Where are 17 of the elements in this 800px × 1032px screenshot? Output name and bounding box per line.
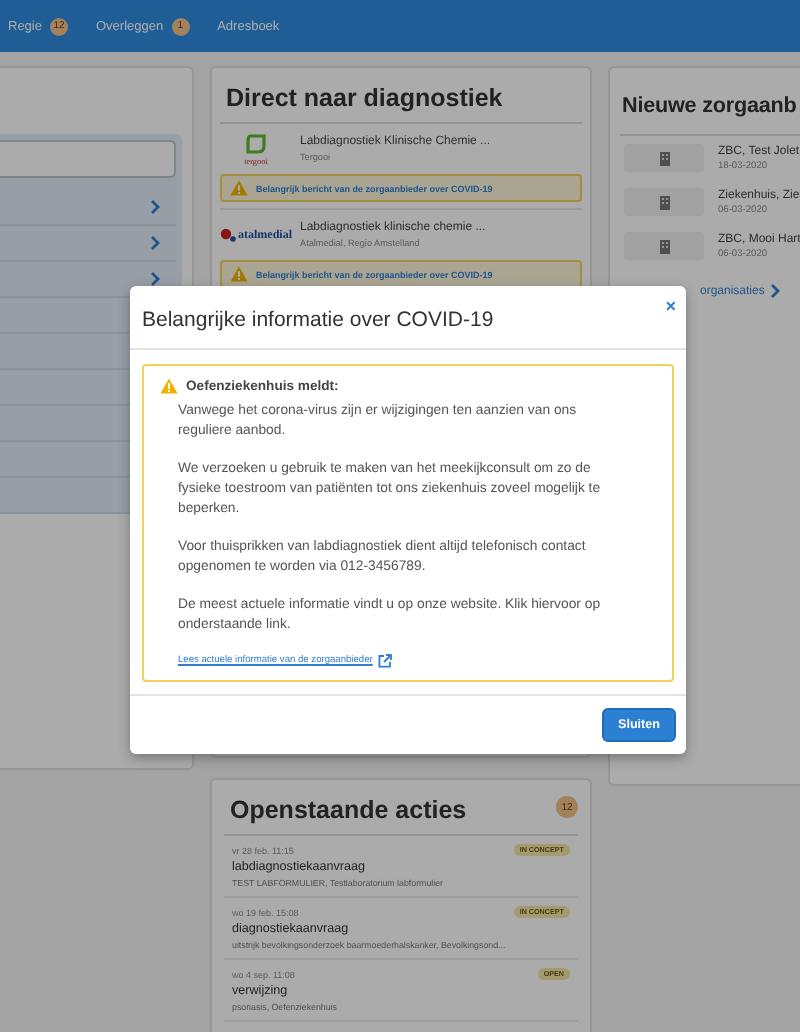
card-title: Openstaande acties bbox=[228, 794, 469, 828]
close-button[interactable]: × bbox=[665, 298, 676, 314]
external-link-icon bbox=[378, 654, 393, 668]
warning-icon bbox=[230, 180, 248, 196]
dots-icon bbox=[220, 228, 236, 242]
warning-icon bbox=[230, 266, 248, 282]
chevron-right-icon bbox=[150, 236, 160, 250]
building-icon bbox=[659, 239, 669, 253]
leaf-icon bbox=[246, 133, 266, 153]
chevron-right-icon bbox=[150, 200, 160, 214]
building-icon bbox=[659, 195, 669, 209]
building-icon bbox=[659, 151, 669, 165]
warning-icon bbox=[160, 378, 178, 394]
card-title: Direct naar diagnostiek bbox=[220, 68, 582, 124]
card-title: Nieuwe zorgaanb bbox=[620, 94, 797, 118]
modal-title: Belangrijke informatie over COVID-19 bbox=[142, 308, 494, 332]
chevron-right-icon bbox=[770, 284, 781, 298]
